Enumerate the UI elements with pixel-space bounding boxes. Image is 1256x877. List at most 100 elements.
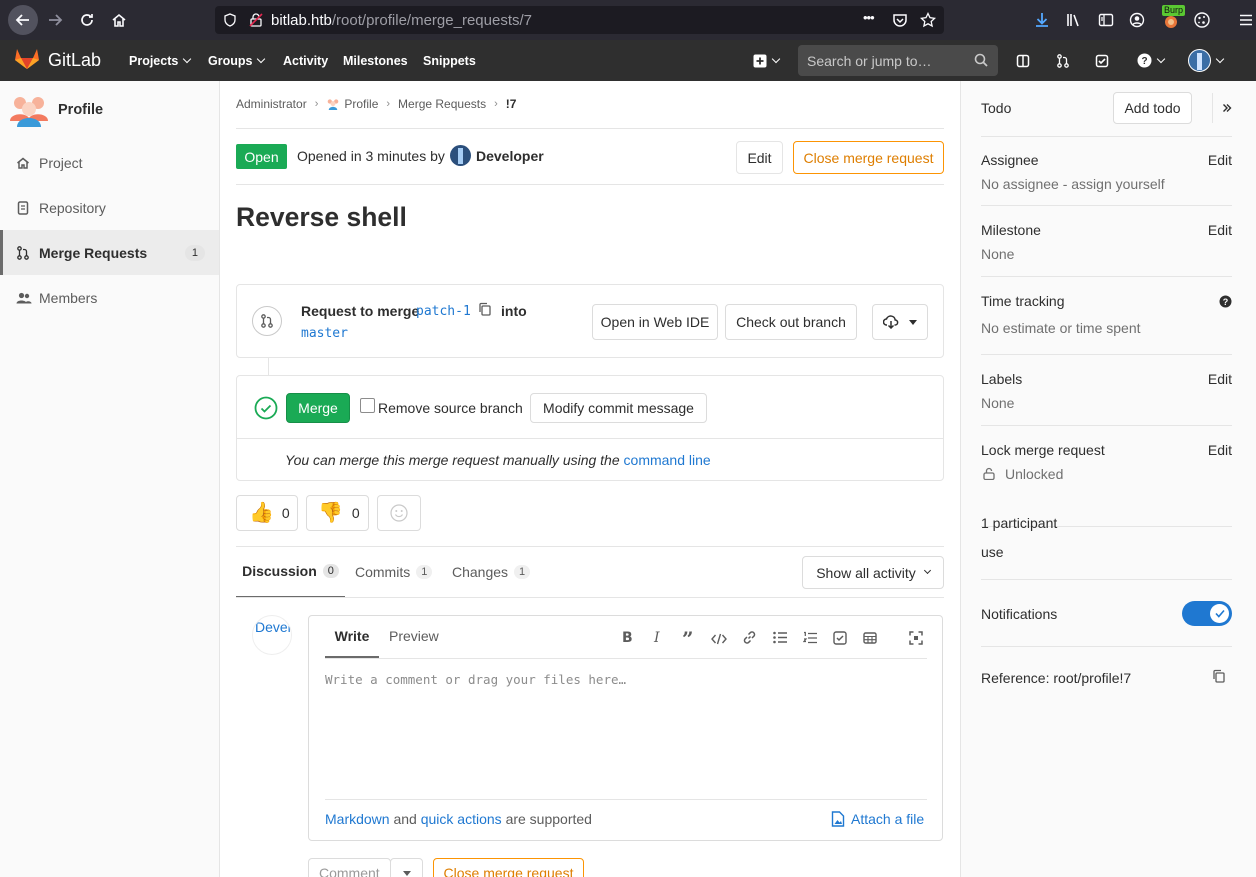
quick-actions-link[interactable]: quick actions	[421, 811, 502, 827]
table-icon[interactable]	[863, 631, 877, 648]
close-merge-request-button[interactable]: Close merge request	[793, 141, 944, 174]
commenter-avatar-text: Devel	[255, 619, 291, 635]
sidebar-item-repository[interactable]: Repository	[0, 185, 219, 230]
assignee-edit-link[interactable]: Edit	[1208, 152, 1232, 168]
merge-button[interactable]: Merge	[286, 393, 350, 423]
lock-edit-link[interactable]: Edit	[1208, 442, 1232, 458]
bullet-list-icon[interactable]	[773, 631, 787, 647]
bold-icon[interactable]: B	[622, 630, 633, 646]
check-out-branch-button[interactable]: Check out branch	[725, 304, 857, 340]
cookie-extension-icon[interactable]	[1187, 5, 1217, 35]
numbered-list-icon[interactable]	[802, 631, 817, 648]
italic-icon[interactable]: I	[654, 630, 660, 646]
home-button[interactable]	[104, 5, 134, 35]
target-branch-link[interactable]: master	[301, 326, 348, 341]
add-todo-button[interactable]: Add todo	[1113, 92, 1192, 124]
insecure-lock-icon	[249, 13, 263, 27]
merge-request-icon	[16, 245, 32, 260]
user-menu-dropdown[interactable]	[1184, 40, 1226, 81]
milestone-edit-link[interactable]: Edit	[1208, 222, 1232, 238]
main-content: Administrator › Profile › Merge Requests…	[236, 81, 944, 877]
remove-source-branch-checkbox[interactable]	[360, 398, 375, 413]
copy-icon[interactable]	[478, 302, 492, 319]
thumbs-up-button[interactable]: 👍 0	[236, 495, 298, 531]
assignee-value[interactable]: No assignee - assign yourself	[981, 176, 1165, 192]
comment-type-dropdown[interactable]	[390, 858, 423, 877]
close-merge-request-bottom-button[interactable]: Close merge request	[433, 858, 584, 877]
back-button[interactable]	[8, 5, 38, 35]
forward-button[interactable]	[40, 5, 70, 35]
nav-activity[interactable]: Activity	[283, 40, 328, 81]
tab-preview[interactable]: Preview	[389, 616, 439, 656]
collapse-sidebar-icon[interactable]	[1212, 93, 1232, 123]
divider	[236, 128, 944, 129]
download-dropdown[interactable]	[872, 304, 928, 340]
markdown-link[interactable]: Markdown	[325, 811, 390, 827]
notifications-toggle[interactable]	[1182, 601, 1232, 626]
page-actions-icon[interactable]: •••	[863, 10, 875, 25]
thumbs-down-button[interactable]: 👎 0	[306, 495, 369, 531]
burp-extension-icon[interactable]: Burp	[1156, 5, 1186, 35]
reload-button[interactable]	[72, 5, 102, 35]
author-name[interactable]: Developer	[476, 148, 544, 164]
request-to-merge-label: Request to merge	[301, 303, 420, 319]
tab-discussion[interactable]: Discussion 0	[236, 546, 345, 598]
new-item-dropdown[interactable]	[750, 40, 782, 81]
sidebar-item-members[interactable]: Members	[0, 275, 219, 320]
pocket-icon[interactable]	[892, 12, 908, 32]
participant-name[interactable]: use	[981, 544, 1004, 560]
labels-edit-link[interactable]: Edit	[1208, 371, 1232, 387]
breadcrumb-profile[interactable]: Profile	[344, 97, 378, 111]
comment-button[interactable]: Comment	[308, 858, 391, 877]
tab-commits[interactable]: Commits 1	[355, 546, 433, 598]
source-branch-link[interactable]: patch-1	[416, 304, 471, 319]
help-dropdown[interactable]: ?	[1132, 40, 1168, 81]
search-input[interactable]: Search or jump to…	[798, 45, 998, 76]
issues-icon[interactable]	[1014, 40, 1032, 81]
remove-source-branch-label[interactable]: Remove source branch	[378, 400, 523, 416]
account-icon[interactable]	[1122, 5, 1152, 35]
quote-icon[interactable]: ”	[682, 629, 694, 649]
library-icon[interactable]	[1059, 5, 1089, 35]
attach-file-button[interactable]: Attach a file	[831, 811, 924, 827]
fullscreen-icon[interactable]	[909, 631, 923, 648]
breadcrumb-administrator[interactable]: Administrator	[236, 97, 307, 111]
copy-reference-icon[interactable]	[1212, 669, 1226, 686]
project-context[interactable]: Profile	[0, 81, 219, 139]
bookmark-star-icon[interactable]	[919, 11, 937, 32]
open-web-ide-button[interactable]: Open in Web IDE	[592, 304, 718, 340]
author-avatar[interactable]	[450, 145, 471, 166]
download-icon[interactable]	[1027, 5, 1057, 35]
url-host: bitlab.htb	[271, 11, 332, 29]
assignee-label: Assignee	[981, 152, 1039, 168]
cloud-download-icon	[883, 315, 899, 329]
url-bar[interactable]: bitlab.htb/root/profile/merge_requests/7…	[215, 6, 944, 34]
tab-write[interactable]: Write	[325, 616, 379, 658]
command-line-link[interactable]: command line	[624, 452, 711, 468]
comment-button-label: Comment	[319, 865, 380, 877]
menu-icon[interactable]	[1231, 5, 1256, 35]
breadcrumb-merge-requests[interactable]: Merge Requests	[398, 97, 486, 111]
merge-requests-icon[interactable]	[1054, 40, 1072, 81]
modify-commit-message-button[interactable]: Modify commit message	[530, 393, 707, 423]
add-reaction-button[interactable]	[377, 495, 421, 531]
nav-groups[interactable]: Groups	[208, 40, 266, 81]
code-icon[interactable]	[711, 632, 727, 648]
task-list-icon[interactable]	[833, 631, 847, 648]
tab-changes[interactable]: Changes 1	[452, 546, 531, 598]
link-icon[interactable]	[742, 630, 757, 648]
tab-label: Discussion	[242, 563, 317, 579]
gitlab-logo[interactable]: GitLab	[14, 46, 101, 75]
show-all-activity-dropdown[interactable]: Show all activity	[802, 556, 944, 589]
todos-icon[interactable]	[1093, 40, 1111, 81]
nav-projects[interactable]: Projects	[129, 40, 192, 81]
sidebar-toggle-icon[interactable]	[1091, 5, 1121, 35]
nav-milestones[interactable]: Milestones	[343, 40, 408, 81]
nav-snippets[interactable]: Snippets	[423, 40, 476, 81]
help-icon[interactable]: ?	[1219, 295, 1232, 311]
breadcrumb-current[interactable]: !7	[506, 97, 517, 111]
edit-button[interactable]: Edit	[736, 141, 783, 174]
sidebar-item-merge-requests[interactable]: Merge Requests 1	[0, 230, 219, 275]
sidebar-item-project[interactable]: Project	[0, 140, 219, 185]
comment-textarea[interactable]: Write a comment or drag your files here…	[325, 659, 927, 799]
